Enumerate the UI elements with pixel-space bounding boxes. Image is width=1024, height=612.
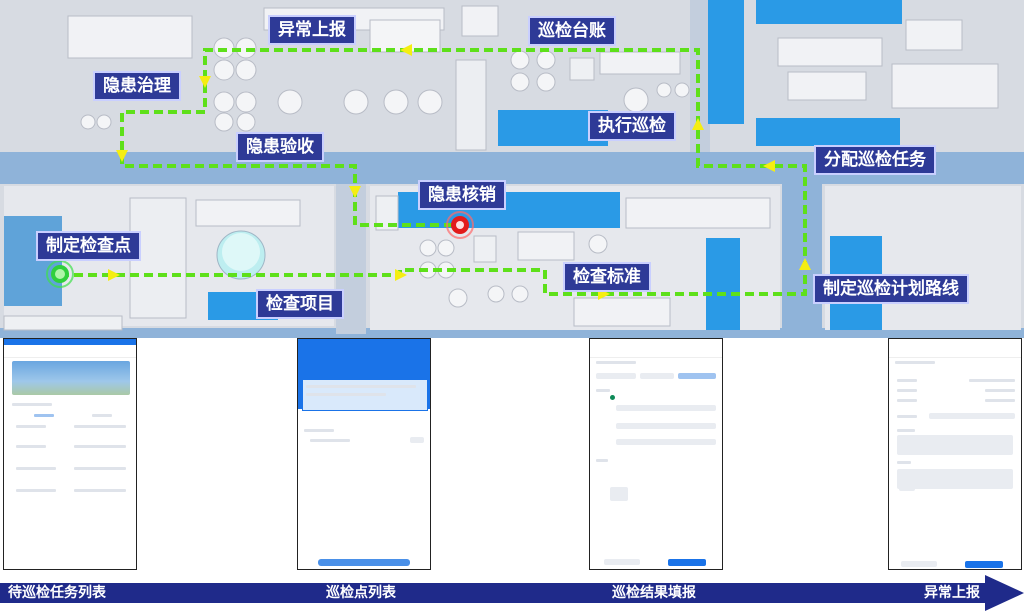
tag-inspection-standard: 检查标准 (563, 262, 651, 292)
tag-assign-task: 分配巡检任务 (814, 145, 936, 175)
phone-result-form (589, 338, 723, 570)
flow-step-task-list: 待巡检任务列表 (8, 585, 106, 601)
tag-inspection-items: 检查项目 (256, 289, 344, 319)
plant-overview-scene: 异常上报 巡检台账 隐患治理 隐患验收 执行巡检 分配巡检任务 隐患核销 制定检… (0, 0, 1024, 338)
flow-step-result-fill: 巡检结果填报 (612, 585, 696, 601)
banner-image (12, 361, 130, 395)
tag-inspection-ledger: 巡检台账 (528, 16, 616, 46)
tag-hazard-writeoff: 隐患核销 (418, 180, 506, 210)
confirm-button[interactable] (318, 559, 410, 566)
submit-button[interactable] (668, 559, 706, 566)
phone-exception-report (888, 338, 1022, 570)
flow-arrow-bar (0, 575, 1024, 611)
phone-task-list (3, 338, 137, 570)
tag-hazard-acceptance: 隐患验收 (236, 132, 324, 162)
tag-hazard-governance: 隐患治理 (93, 71, 181, 101)
report-submit-button[interactable] (965, 561, 1003, 568)
tag-execute-inspection: 执行巡检 (588, 111, 676, 141)
flow-step-exception-report: 异常上报 (924, 585, 980, 601)
tag-set-route: 制定巡检计划路线 (813, 274, 969, 304)
flow-step-checkpoint-list: 巡检点列表 (326, 585, 396, 601)
tag-exception-report: 异常上报 (268, 15, 356, 45)
phone-checkpoint-list (297, 338, 431, 570)
tag-set-checkpoint: 制定检查点 (36, 231, 141, 261)
